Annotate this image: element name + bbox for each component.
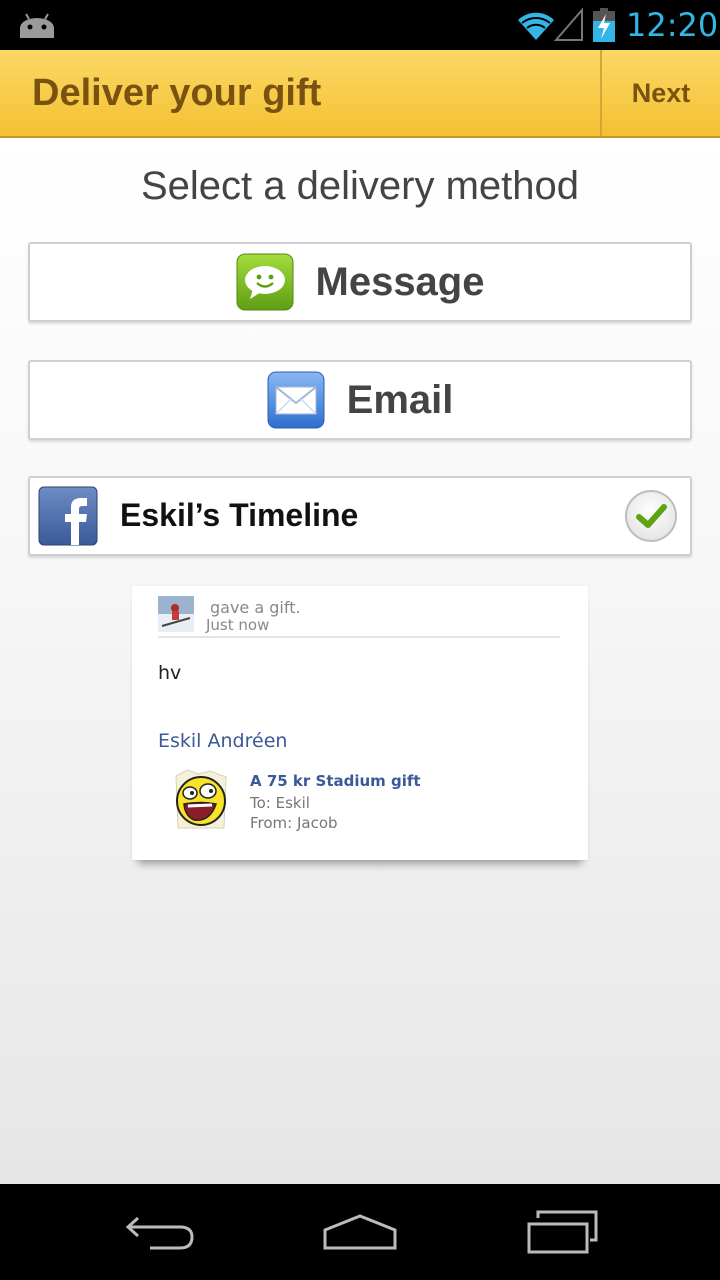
facebook-post-preview: gave a gift. Just now hv Eskil Andréen A… — [132, 586, 588, 860]
message-label: Message — [315, 259, 485, 304]
battery-charging-icon — [593, 8, 615, 42]
checkmark-icon[interactable] — [624, 489, 678, 543]
facebook-icon — [38, 486, 98, 546]
recents-icon[interactable] — [526, 1210, 598, 1254]
timeline-label: Eskil’s Timeline — [120, 497, 359, 533]
avatar — [158, 596, 194, 632]
wifi-icon — [518, 12, 554, 41]
story-timestamp: Just now — [206, 616, 270, 634]
android-icon — [20, 13, 54, 38]
main-content: Select a delivery method Message Email E… — [0, 138, 720, 1184]
next-button[interactable]: Next — [602, 50, 720, 136]
home-icon[interactable] — [322, 1212, 398, 1252]
email-button[interactable]: Email — [28, 360, 692, 440]
email-icon — [267, 371, 325, 429]
status-clock: 12:20 — [626, 6, 719, 44]
action-bar: Deliver your gift Next — [0, 50, 720, 138]
gift-to: To: Eskil — [250, 794, 310, 812]
page-title: Deliver your gift — [32, 72, 322, 114]
gift-from: From: Jacob — [250, 814, 338, 832]
message-button[interactable]: Message — [28, 242, 692, 322]
section-heading: Select a delivery method — [140, 164, 579, 208]
story-text: gave a gift. — [210, 598, 301, 617]
gift-message: hv — [158, 662, 182, 684]
recipient-name: Eskil Andréen — [158, 730, 288, 752]
status-bar: 12:20 — [0, 0, 720, 50]
email-label: Email — [346, 377, 454, 422]
navigation-bar — [0, 1184, 720, 1280]
gift-smiley-icon — [175, 769, 227, 829]
gift-title-link: A 75 kr Stadium gift — [250, 772, 421, 790]
back-icon[interactable] — [124, 1212, 196, 1252]
signal-icon — [554, 8, 583, 41]
timeline-button[interactable]: Eskil’s Timeline — [28, 476, 692, 556]
message-icon — [236, 253, 293, 311]
divider — [158, 636, 560, 638]
